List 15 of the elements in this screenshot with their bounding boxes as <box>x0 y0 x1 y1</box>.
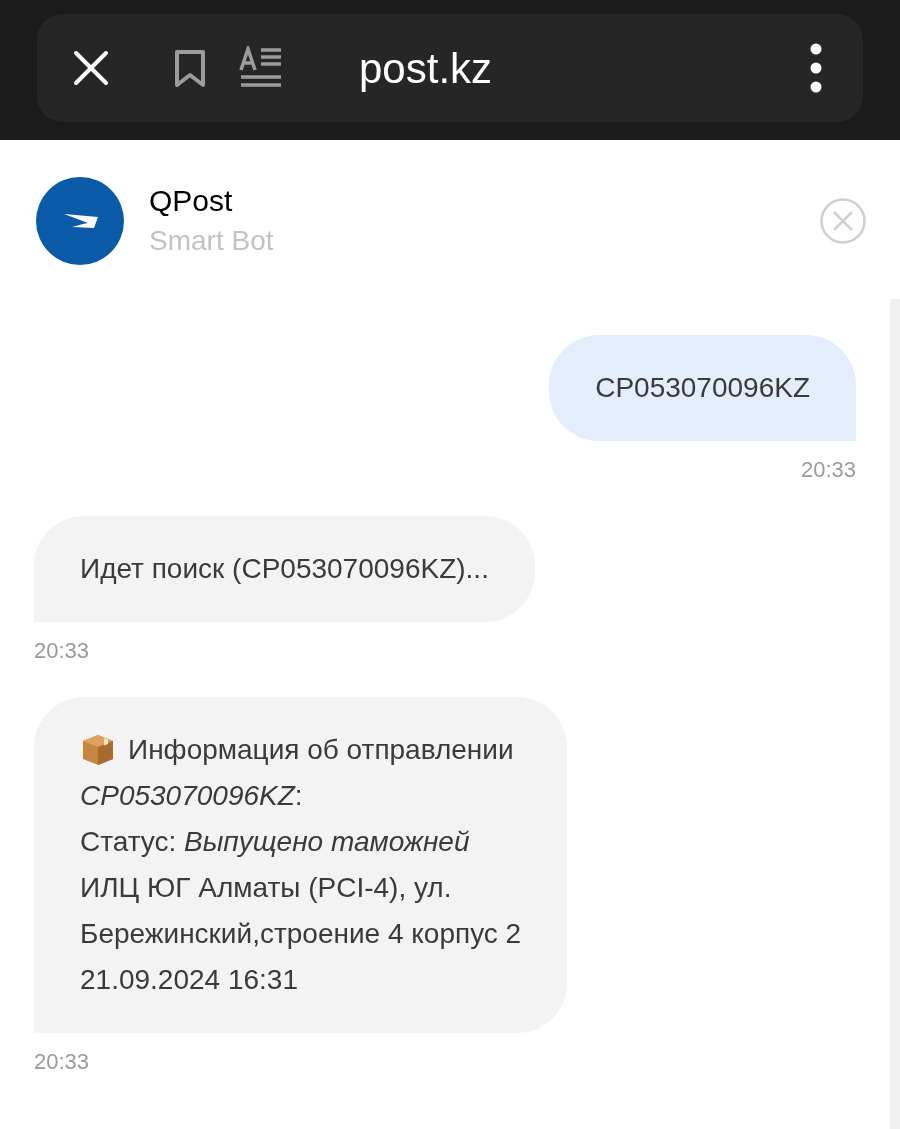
message-text: CP053070096KZ: Статус: Выпущено таможней ИЛЦ ЮГ Алматы (PCI-4), ул. Бережинский,строение 4 корпус 2 21.09.2024 16:31 <box>80 779 522 997</box>
chat-title: QPost <box>149 183 234 219</box>
reader-mode-icon[interactable] <box>239 46 283 90</box>
message-title: Информация об отправлении <box>128 733 514 767</box>
message-time: 20:33 <box>34 637 90 665</box>
bookmark-icon[interactable] <box>173 48 207 88</box>
chat-subtitle: Smart Bot <box>149 224 275 258</box>
more-options-icon[interactable] <box>809 43 823 93</box>
message-time: 20:33 <box>34 1048 90 1076</box>
page-url[interactable]: post.kz <box>359 36 809 100</box>
message-text: CP053070096KZ <box>595 371 810 405</box>
bot-avatar-icon <box>36 177 124 265</box>
package-icon <box>80 732 116 768</box>
message-time: 20:33 <box>800 456 856 484</box>
message-text: Идет поиск (CP053070096KZ)... <box>80 552 489 586</box>
